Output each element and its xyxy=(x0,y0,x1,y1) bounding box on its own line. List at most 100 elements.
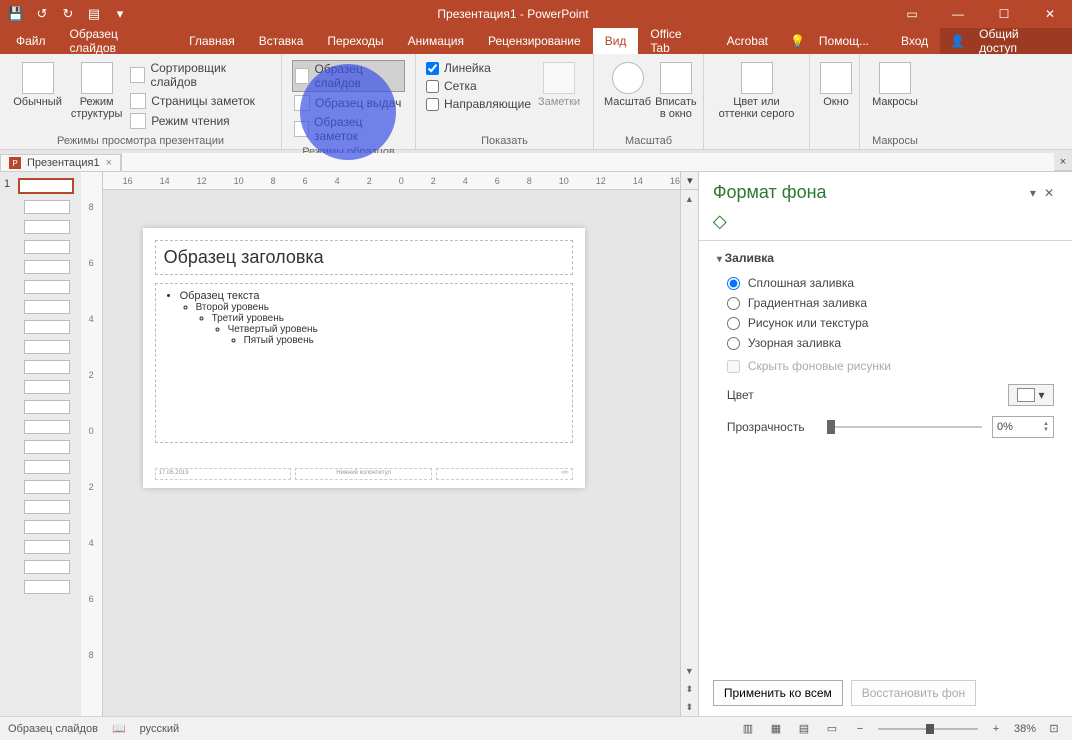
footer-placeholder[interactable]: Нижний колонтитул xyxy=(295,468,432,480)
view-normal-icon[interactable]: ▥ xyxy=(738,721,758,737)
undo-icon[interactable]: ↺ xyxy=(34,6,50,22)
save-icon[interactable]: 💾 xyxy=(8,6,24,22)
document-tab[interactable]: P Презентация1 × xyxy=(0,154,121,171)
slide-thumb-layout[interactable] xyxy=(4,500,77,514)
tab-insert[interactable]: Вставка xyxy=(247,28,316,54)
slide-thumb-layout[interactable] xyxy=(4,400,77,414)
ribbon-options-icon[interactable]: ▭ xyxy=(890,0,934,28)
tell-me[interactable]: 💡 Помощ... xyxy=(780,28,889,54)
slide-thumb-layout[interactable] xyxy=(4,580,77,594)
outline-view-button[interactable]: Режим структуры xyxy=(69,58,124,133)
view-reading-icon[interactable]: ▤ xyxy=(794,721,814,737)
tab-transitions[interactable]: Переходы xyxy=(315,28,395,54)
color-grayscale-button[interactable]: Цвет или оттенки серого xyxy=(714,58,799,133)
title-placeholder[interactable]: Образец заголовка xyxy=(155,240,573,275)
view-sorter-icon[interactable]: ▦ xyxy=(766,721,786,737)
zoom-button[interactable]: Масштаб xyxy=(604,58,651,133)
next-slide-icon[interactable]: ⬍ xyxy=(681,698,698,716)
minimize-icon[interactable]: — xyxy=(936,0,980,28)
qat-more-icon[interactable]: ▾ xyxy=(112,6,128,22)
reading-view-button[interactable]: Режим чтения xyxy=(128,112,271,130)
scroll-down-icon[interactable]: ▼ xyxy=(681,662,698,680)
slide-thumb-layout[interactable] xyxy=(4,540,77,554)
zoom-slider[interactable] xyxy=(878,728,978,730)
slidenum-placeholder[interactable]: ‹#› xyxy=(436,468,573,480)
zoom-level[interactable]: 38% xyxy=(1014,723,1036,735)
slide-thumb-layout[interactable] xyxy=(4,340,77,354)
gradient-fill-radio[interactable]: Градиентная заливка xyxy=(717,293,1054,313)
reading-icon xyxy=(130,113,146,129)
slide-thumb-layout[interactable] xyxy=(4,240,77,254)
slide-thumb-layout[interactable] xyxy=(4,440,77,454)
scroll-up-icon[interactable]: ▲ xyxy=(681,190,698,208)
tab-view[interactable]: Вид xyxy=(593,28,639,54)
fit-zoom-icon[interactable]: ⊡ xyxy=(1044,721,1064,737)
slide-thumb-layout[interactable] xyxy=(4,520,77,534)
guides-checkbox[interactable]: Направляющие xyxy=(426,96,531,112)
solid-fill-radio[interactable]: Сплошная заливка xyxy=(717,273,1054,293)
slide-sorter-button[interactable]: Сортировщик слайдов xyxy=(128,60,271,90)
slide-thumb-layout[interactable] xyxy=(4,460,77,474)
zoom-in-icon[interactable]: + xyxy=(986,721,1006,737)
fit-window-button[interactable]: Вписать в окно xyxy=(655,58,697,133)
transparency-slider[interactable] xyxy=(827,426,982,428)
slide-thumb-layout[interactable] xyxy=(4,300,77,314)
fill-tab-icon[interactable]: ◇ xyxy=(699,207,1072,241)
slide-master-button[interactable]: Образец слайдов xyxy=(292,60,405,92)
handout-master-button[interactable]: Образец выдач xyxy=(292,94,405,112)
tab-acrobat[interactable]: Acrobat xyxy=(715,28,780,54)
notes-page-button[interactable]: Страницы заметок xyxy=(128,92,271,110)
tab-file[interactable]: Файл xyxy=(4,28,58,54)
split-icon[interactable]: ▾ xyxy=(681,172,699,190)
notes-master-button[interactable]: Образец заметок xyxy=(292,114,405,144)
fill-section-title[interactable]: Заливка xyxy=(717,251,1054,265)
slide-thumb-layout[interactable] xyxy=(4,380,77,394)
tab-slide-master[interactable]: Образец слайдов xyxy=(58,28,178,54)
color-picker-button[interactable]: ▾ xyxy=(1008,384,1054,406)
window-button[interactable]: Окно xyxy=(820,58,852,133)
slide-thumb-layout[interactable] xyxy=(4,280,77,294)
apply-all-button[interactable]: Применить ко всем xyxy=(713,680,843,706)
slide-thumbnails-pane[interactable]: 1 xyxy=(0,172,81,716)
slide-thumb-layout[interactable] xyxy=(4,360,77,374)
tab-animations[interactable]: Анимация xyxy=(396,28,476,54)
date-placeholder[interactable]: 17.06.2019 xyxy=(155,468,292,480)
prev-slide-icon[interactable]: ⬍ xyxy=(681,680,698,698)
splitter-close-icon[interactable]: × xyxy=(1054,153,1072,171)
slide-thumb-layout[interactable] xyxy=(4,320,77,334)
zoom-out-icon[interactable]: − xyxy=(850,721,870,737)
pattern-fill-radio[interactable]: Узорная заливка xyxy=(717,333,1054,353)
tab-home[interactable]: Главная xyxy=(177,28,247,54)
tab-office-tab[interactable]: Office Tab xyxy=(638,28,714,54)
panel-options-icon[interactable]: ▾ xyxy=(1026,184,1040,202)
spellcheck-icon[interactable]: 📖 xyxy=(112,722,126,735)
close-doc-tab-icon[interactable]: × xyxy=(106,157,112,169)
grid-checkbox[interactable]: Сетка xyxy=(426,78,531,94)
maximize-icon[interactable]: ☐ xyxy=(982,0,1026,28)
macros-button[interactable]: Макросы xyxy=(870,58,920,133)
share-button[interactable]: 👤 Общий доступ xyxy=(940,28,1072,54)
transparency-input[interactable]: 0%▲▼ xyxy=(992,416,1054,438)
picture-fill-radio[interactable]: Рисунок или текстура xyxy=(717,313,1054,333)
slide-thumb-layout[interactable] xyxy=(4,420,77,434)
notes-toggle-button[interactable]: Заметки xyxy=(535,58,583,133)
normal-view-button[interactable]: Обычный xyxy=(10,58,65,133)
panel-close-icon[interactable]: ✕ xyxy=(1040,184,1058,202)
start-slideshow-icon[interactable]: ▤ xyxy=(86,6,102,22)
status-language[interactable]: русский xyxy=(140,723,179,735)
slide-canvas[interactable]: Образец заголовка Образец текста Второй … xyxy=(143,228,585,488)
redo-icon[interactable]: ↻ xyxy=(60,6,76,22)
slide-thumb-layout[interactable] xyxy=(4,200,77,214)
vertical-scrollbar[interactable]: ▾ ▲ ▼ ⬍ ⬍ xyxy=(680,172,698,716)
slide-thumb-master[interactable]: 1 xyxy=(4,178,77,194)
slide-thumb-layout[interactable] xyxy=(4,480,77,494)
signin[interactable]: Вход xyxy=(891,28,938,54)
body-placeholder[interactable]: Образец текста Второй уровень Третий уро… xyxy=(155,283,573,443)
close-icon[interactable]: ✕ xyxy=(1028,0,1072,28)
slide-thumb-layout[interactable] xyxy=(4,220,77,234)
slide-thumb-layout[interactable] xyxy=(4,560,77,574)
tab-review[interactable]: Рецензирование xyxy=(476,28,593,54)
slide-thumb-layout[interactable] xyxy=(4,260,77,274)
view-slideshow-icon[interactable]: ▭ xyxy=(822,721,842,737)
ruler-checkbox[interactable]: Линейка xyxy=(426,60,531,76)
